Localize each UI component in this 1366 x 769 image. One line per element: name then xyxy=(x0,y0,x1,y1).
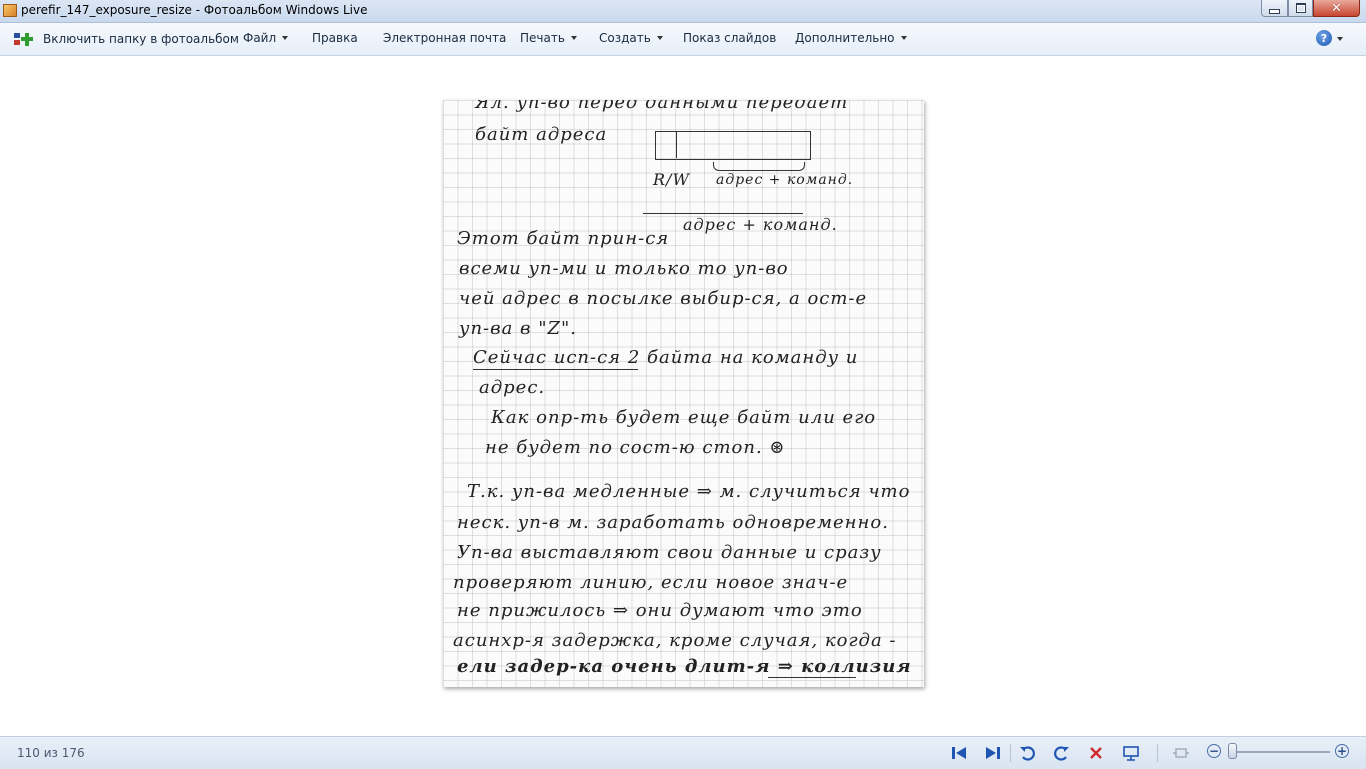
handwritten-underline xyxy=(768,677,856,678)
rotate-right-icon xyxy=(1054,746,1069,761)
menu-create[interactable]: Создать xyxy=(599,31,663,45)
window-title: perefir_147_exposure_resize - Фотоальбом… xyxy=(21,3,368,17)
delete-button[interactable] xyxy=(1086,743,1106,763)
handwritten-line: Как опр-ть будет еще байт или его xyxy=(491,407,877,428)
handwritten-line: всеми уп-ми и только то уп-во xyxy=(459,258,789,279)
zoom-slider-thumb[interactable] xyxy=(1228,743,1237,759)
handwritten-line: Уп-ва выставляют свои данные и сразу xyxy=(457,542,882,563)
menu-file-label: Файл xyxy=(243,31,277,45)
title-bar: perefir_147_exposure_resize - Фотоальбом… xyxy=(0,0,1366,23)
zoom-slider-track[interactable] xyxy=(1228,751,1330,753)
menu-slideshow[interactable]: Показ слайдов xyxy=(683,31,776,45)
zoom-out-button[interactable]: − xyxy=(1207,744,1221,758)
image-counter: 110 из 176 xyxy=(17,746,85,760)
handwritten-line: Ял. уп-во перед данными передает xyxy=(475,100,849,113)
handwritten-line: Сейчас исп-ся 2 байта на команду и xyxy=(473,347,859,368)
actual-size-button[interactable] xyxy=(1171,743,1191,763)
handwritten-line: проверяют линию, если новое знач-е xyxy=(453,572,849,593)
sketch-line xyxy=(643,213,803,214)
handwritten-line: ели задер-ка очень длит-я ⇒ коллизия xyxy=(457,656,912,677)
help-chevron-down-icon[interactable] xyxy=(1337,37,1343,41)
handwritten-line: уп-ва в "Z". xyxy=(459,318,578,339)
minimize-button[interactable] xyxy=(1261,0,1288,17)
menu-edit[interactable]: Правка xyxy=(312,31,358,45)
menu-email-label: Электронная почта xyxy=(383,31,507,45)
handwritten-underline xyxy=(473,369,638,370)
restore-icon xyxy=(1295,3,1306,13)
handwritten-line: не прижилось ⇒ они думают что это xyxy=(457,600,863,621)
menu-print-label: Печать xyxy=(520,31,565,45)
fit-icon xyxy=(1173,748,1189,758)
include-folder-button[interactable]: Включить папку в фотоальбом xyxy=(13,31,239,47)
handwritten-line: R/W xyxy=(653,170,690,189)
menu-bar: Включить папку в фотоальбом Файл Правка … xyxy=(0,23,1366,56)
next-button[interactable] xyxy=(983,743,1003,763)
rotate-right-button[interactable] xyxy=(1052,743,1072,763)
chevron-down-icon xyxy=(656,36,663,40)
slideshow-icon xyxy=(1123,746,1139,761)
chevron-down-icon xyxy=(282,36,289,40)
sketch-divider xyxy=(676,131,677,158)
menu-print[interactable]: Печать xyxy=(520,31,577,45)
minimize-icon xyxy=(1269,8,1280,14)
chevron-down-icon xyxy=(570,36,577,40)
menu-file[interactable]: Файл xyxy=(243,31,289,45)
include-folder-label: Включить папку в фотоальбом xyxy=(43,32,239,46)
menu-extra[interactable]: Дополнительно xyxy=(795,31,907,45)
handwritten-line: Т.к. уп-ва медленные ⇒ м. случиться что xyxy=(467,481,911,502)
photo-viewer-image[interactable]: Ял. уп-во перед данными передает байт ад… xyxy=(443,100,924,687)
handwritten-line: асинхр-я задержка, кроме случая, когда - xyxy=(453,630,897,651)
handwritten-line: адрес. xyxy=(479,377,546,398)
previous-button[interactable] xyxy=(949,743,969,763)
rotate-left-button[interactable] xyxy=(1017,743,1037,763)
add-folder-icon xyxy=(13,31,35,47)
handwritten-line: адрес + команд. xyxy=(683,215,838,234)
menu-create-label: Создать xyxy=(599,31,651,45)
help-icon[interactable]: ? xyxy=(1316,30,1332,46)
delete-icon xyxy=(1090,747,1102,759)
menu-email[interactable]: Электронная почта xyxy=(383,31,506,45)
handwritten-line: не будет по сост-ю стоп. ⊛ xyxy=(485,437,786,458)
maximize-button[interactable] xyxy=(1288,0,1313,17)
menu-extra-label: Дополнительно xyxy=(795,31,895,45)
sketch-brace xyxy=(713,162,805,171)
previous-icon xyxy=(952,747,966,759)
photo-gallery-app-icon[interactable] xyxy=(3,4,17,17)
handwritten-line: неск. уп-в м. заработать одновременно. xyxy=(457,512,889,533)
close-button[interactable]: ✕ xyxy=(1313,0,1360,17)
sketch-byte-box xyxy=(655,131,811,160)
zoom-in-button[interactable]: + xyxy=(1335,744,1349,758)
menu-edit-label: Правка xyxy=(312,31,358,45)
status-bar: 110 из 176 xyxy=(0,736,1366,769)
menu-slideshow-label: Показ слайдов xyxy=(683,31,777,45)
handwritten-line: Этот байт прин-ся xyxy=(457,228,670,249)
handwritten-line: чей адрес в посылке выбир-ся, а ост-е xyxy=(459,288,868,309)
handwritten-line: байт адреса xyxy=(475,124,608,145)
slideshow-button[interactable] xyxy=(1121,743,1141,763)
handwritten-line: адрес + команд. xyxy=(716,172,854,188)
close-icon: ✕ xyxy=(1331,0,1342,16)
toolbar-separator xyxy=(1157,744,1158,762)
toolbar-separator xyxy=(1010,744,1011,762)
chevron-down-icon xyxy=(900,36,907,40)
rotate-left-icon xyxy=(1020,746,1035,761)
next-icon xyxy=(986,747,1000,759)
